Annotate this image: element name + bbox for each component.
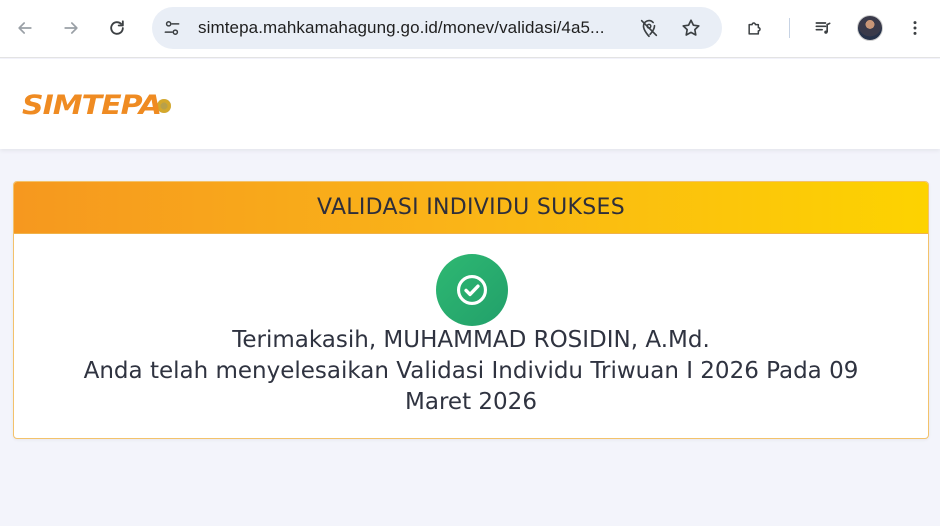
arrow-left-icon <box>18 22 32 34</box>
queue-music-icon <box>815 22 831 34</box>
site-settings-icon[interactable] <box>162 18 182 38</box>
bookmark-star-icon[interactable] <box>680 17 702 39</box>
puzzle-icon <box>748 22 761 35</box>
back-button[interactable] <box>9 12 41 44</box>
profile-avatar[interactable] <box>857 15 883 41</box>
completion-message-line2: Maret 2026 <box>405 389 537 415</box>
extensions-button[interactable] <box>739 12 771 44</box>
more-vertical-icon <box>913 21 917 35</box>
checkmark-icon <box>456 274 488 306</box>
address-bar[interactable]: simtepa.mahkamahagung.go.id/monev/valida… <box>152 7 722 49</box>
reload-icon <box>110 20 124 35</box>
card-header: VALIDASI INDIVIDU SUKSES <box>14 182 928 234</box>
toolbar-divider <box>789 18 790 38</box>
completion-message-line1: Anda telah menyelesaikan Validasi Indivi… <box>83 358 859 384</box>
browser-toolbar: simtepa.mahkamahagung.go.id/monev/valida… <box>0 0 940 58</box>
validation-success-card: VALIDASI INDIVIDU SUKSES Terimakasih, MU… <box>13 181 929 439</box>
logo-text: SIMTEPA <box>22 89 162 121</box>
media-controls-button[interactable] <box>807 12 839 44</box>
location-blocked-icon[interactable] <box>638 17 660 39</box>
menu-button[interactable] <box>899 12 931 44</box>
reload-button[interactable] <box>101 12 133 44</box>
arrow-right-icon <box>64 22 78 34</box>
thanks-message: Terimakasih, MUHAMMAD ROSIDIN, A.Md. <box>232 327 710 353</box>
forward-button[interactable] <box>55 12 87 44</box>
url-text[interactable]: simtepa.mahkamahagung.go.id/monev/valida… <box>198 18 605 38</box>
check-circle-icon <box>436 254 508 326</box>
simtepa-logo[interactable]: SIMTEPA <box>22 85 172 125</box>
site-header: SIMTEPA <box>0 59 940 149</box>
card-title: VALIDASI INDIVIDU SUKSES <box>317 195 625 220</box>
